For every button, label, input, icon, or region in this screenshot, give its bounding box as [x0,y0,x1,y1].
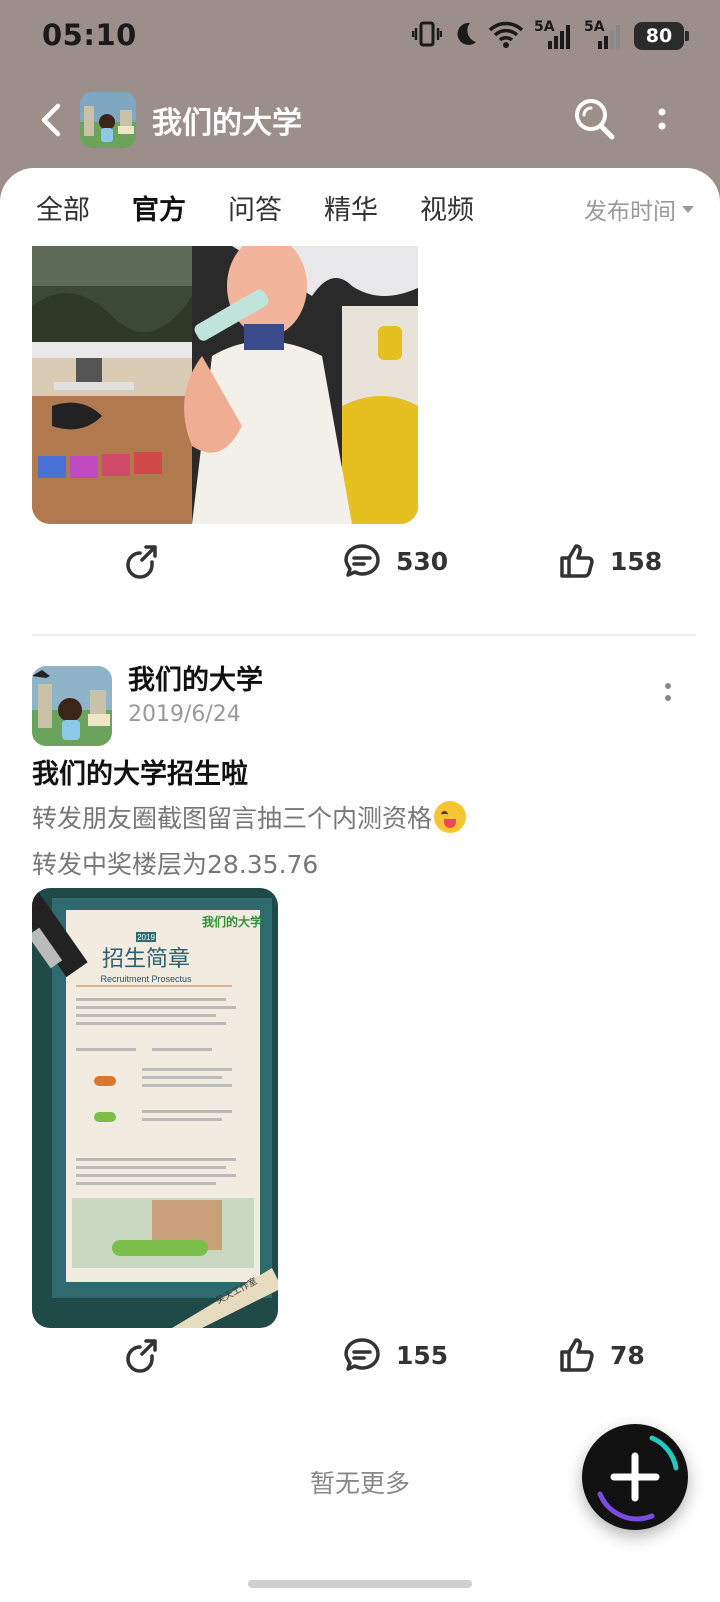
poster-subheading: Recruitment Prosectus [100,974,192,984]
comment-icon [344,1338,380,1371]
tab-all[interactable]: 全部 [36,188,90,227]
like-count: 158 [610,546,663,576]
post-image[interactable] [32,246,418,524]
like-button[interactable]: 78 [558,1336,645,1374]
like-count: 78 [610,1340,645,1370]
post-body[interactable]: 转发朋友圈截图留言抽三个内测资格 转发中奖楼层为28.35.76 [32,796,467,888]
post-divider [32,634,696,636]
post-title[interactable]: 我们的大学招生啦 [32,752,248,791]
post-body-line: 转发朋友圈截图留言抽三个内测资格 [32,804,433,833]
tab-label: 官方 [132,195,186,226]
tab-featured[interactable]: 精华 [324,188,378,227]
search-icon[interactable] [572,96,618,142]
back-arrow-icon[interactable] [36,100,66,140]
vibrate-icon [411,20,443,52]
comment-button[interactable]: 155 [342,1336,448,1374]
battery-indicator: 80 [634,22,689,50]
home-indicator[interactable] [248,1580,472,1588]
wifi-icon [488,20,524,52]
author-avatar[interactable] [32,666,112,746]
share-icon [126,545,157,579]
author-name[interactable]: 我们的大学 [128,658,263,697]
tab-label: 全部 [36,195,90,226]
content-sheet: 全部 官方 问答 精华 视频 发布时间 530 158 我们的大学 2019/6… [0,168,720,1602]
sort-label: 发布时间 [584,199,676,225]
comment-icon [344,544,380,577]
poster-brand: 我们的大学 [202,914,262,929]
more-vertical-icon[interactable] [650,102,674,138]
do-not-disturb-moon-icon [452,20,478,52]
recruitment-poster-image[interactable]: 2019 我们的大学 招生简章 Recruitment Prosectus 笑天… [32,888,278,1328]
tab-bar: 全部 官方 问答 精华 视频 发布时间 [0,168,720,244]
like-button[interactable]: 158 [558,542,662,580]
create-post-button[interactable] [582,1424,688,1530]
sort-dropdown[interactable]: 发布时间 [584,192,694,226]
cellular-signal-2-icon: 5A [584,19,624,51]
comment-count: 155 [396,1340,449,1370]
poster-year: 2019 [137,933,155,942]
status-time: 05:10 [42,18,137,52]
post-more-icon[interactable] [658,678,678,708]
tab-official[interactable]: 官方 [132,188,186,231]
post-date: 2019/6/24 [128,702,241,727]
status-bar: 05:10 5A 5A 80 [0,0,720,78]
share-button[interactable] [122,1336,160,1374]
tab-qa[interactable]: 问答 [228,188,282,227]
poster-heading: 招生简章 [102,947,190,972]
plus-icon [597,1435,679,1522]
post-actions: 155 78 [0,1336,720,1396]
cellular-signal-1-icon: 5A [534,19,574,51]
header-bar: 我们的大学 [0,80,720,164]
share-icon [126,1339,157,1373]
thumbs-up-icon [560,1338,594,1372]
share-button[interactable] [122,542,160,580]
tab-label: 精华 [324,195,378,226]
comment-button[interactable]: 530 [342,542,448,580]
post-actions: 530 158 [0,542,720,602]
caret-down-icon [682,205,694,213]
comment-count: 530 [396,546,449,576]
page-title: 我们的大学 [152,106,302,141]
tab-label: 问答 [228,195,282,226]
app-avatar[interactable] [80,92,136,148]
tab-label: 视频 [420,195,474,226]
tab-video[interactable]: 视频 [420,188,474,227]
post-body-line: 转发中奖楼层为28.35.76 [32,850,319,879]
tongue-wink-emoji-icon [434,801,467,833]
thumbs-up-icon [560,544,594,578]
